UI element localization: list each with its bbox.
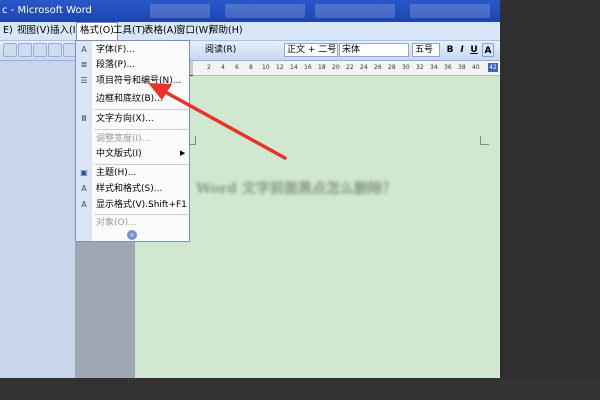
ruler-number: 4	[221, 64, 225, 71]
menu-item-reveal-format[interactable]: 显示格式(V)...	[96, 198, 154, 212]
font-icon: A	[81, 45, 87, 54]
taskbar-tab[interactable]	[150, 4, 210, 18]
ruler-number: 10	[262, 64, 270, 71]
ruler-number: 34	[430, 64, 438, 71]
ruler-number: 24	[360, 64, 368, 71]
desktop-background-bottom	[0, 378, 600, 400]
menu-item-text-direction[interactable]: 文字方向(X)...	[96, 112, 154, 126]
ruler-number: 16	[304, 64, 312, 71]
menu-bar: E) 视图(V) 插入(I) 格式(O) 工具(T) 表格(A) 窗口(W) 帮…	[0, 22, 500, 41]
font-select[interactable]: 宋体	[339, 43, 409, 57]
shortcut-label: Shift+F1	[148, 200, 187, 210]
menu-item-adjust-width[interactable]: 调整宽度(I)...	[96, 132, 150, 146]
document-text: Word 文字前面黑点怎么删除？	[196, 181, 396, 197]
size-select[interactable]: 五号	[412, 43, 440, 57]
ruler-number: 38	[458, 64, 466, 71]
menu-item-paragraph[interactable]: 段落(P)...	[96, 58, 135, 72]
ruler-number: 28	[388, 64, 396, 71]
taskbar-tab[interactable]	[315, 4, 395, 18]
ruler-number: 30	[402, 64, 410, 71]
ruler-number: 40	[472, 64, 480, 71]
paragraph-icon: ≣	[80, 60, 88, 69]
menu-help[interactable]: 帮助(H)	[206, 22, 246, 40]
ruler-number: 20	[332, 64, 340, 71]
menu-item-theme[interactable]: 主题(H)...	[96, 166, 136, 180]
horizontal-ruler[interactable]: 2 4 6 8 10 12 14 16 18 20 22 24 26 28 30…	[193, 61, 500, 76]
theme-icon: ▣	[80, 168, 88, 177]
spelling-icon[interactable]	[33, 43, 47, 57]
ruler-number: 12	[276, 64, 284, 71]
submenu-arrow-icon: ▶	[180, 149, 186, 157]
menu-separator	[94, 109, 189, 110]
styles-icon: A	[81, 184, 87, 193]
taskbar-tab[interactable]	[410, 4, 490, 18]
ruler-number: 32	[416, 64, 424, 71]
ruler-number: 14	[290, 64, 298, 71]
taskbar-tab[interactable]	[225, 4, 305, 18]
menu-item-styles[interactable]: 样式和格式(S)...	[96, 182, 162, 196]
expand-chevron-icon[interactable]: »	[127, 230, 137, 240]
style-select[interactable]: 正文 + 二号	[284, 43, 338, 57]
ruler-number: 22	[346, 64, 354, 71]
menu-separator	[94, 164, 189, 165]
research-icon[interactable]	[48, 43, 62, 57]
ruler-number: 26	[374, 64, 382, 71]
ruler-number: 2	[207, 64, 211, 71]
ruler-number: 18	[318, 64, 326, 71]
window-title: c - Microsoft Word	[2, 5, 92, 16]
italic-button[interactable]: I	[456, 43, 468, 57]
desktop-background-right	[500, 0, 600, 400]
menu-item-font[interactable]: 字体(F)...	[96, 43, 135, 57]
menu-icon-column	[76, 41, 92, 241]
menu-item-object[interactable]: 对象(O)...	[96, 216, 137, 230]
menu-separator	[94, 129, 189, 130]
menu-separator	[94, 214, 189, 215]
format-menu: A 字体(F)... ≣ 段落(P)... ☰ 项目符号和编号(N)... 边框…	[75, 40, 190, 242]
read-mode-button[interactable]: 阅读(R)	[205, 41, 236, 60]
ruler-number: 6	[235, 64, 239, 71]
bullets-icon: ☰	[80, 76, 88, 85]
bold-button[interactable]: B	[444, 43, 456, 57]
ruler-number: 36	[444, 64, 452, 71]
margin-corner-mark	[480, 136, 489, 145]
preview-icon[interactable]	[18, 43, 32, 57]
reveal-format-icon: A	[81, 200, 87, 209]
print-icon[interactable]	[3, 43, 17, 57]
ruler-end-marker: 42	[488, 63, 498, 72]
menu-item-asian-layout[interactable]: 中文版式(I)	[96, 147, 142, 161]
left-task-pane	[0, 61, 75, 378]
underline-button[interactable]: U	[468, 43, 480, 57]
title-bar: c - Microsoft Word	[0, 0, 500, 22]
ruler-number: 8	[249, 64, 253, 71]
menu-item-bullets[interactable]: 项目符号和编号(N)...	[96, 74, 181, 88]
menu-item-borders[interactable]: 边框和底纹(B)...	[96, 92, 163, 106]
text-direction-icon: Ⅲ	[81, 114, 87, 123]
font-color-button[interactable]: A	[482, 43, 494, 57]
